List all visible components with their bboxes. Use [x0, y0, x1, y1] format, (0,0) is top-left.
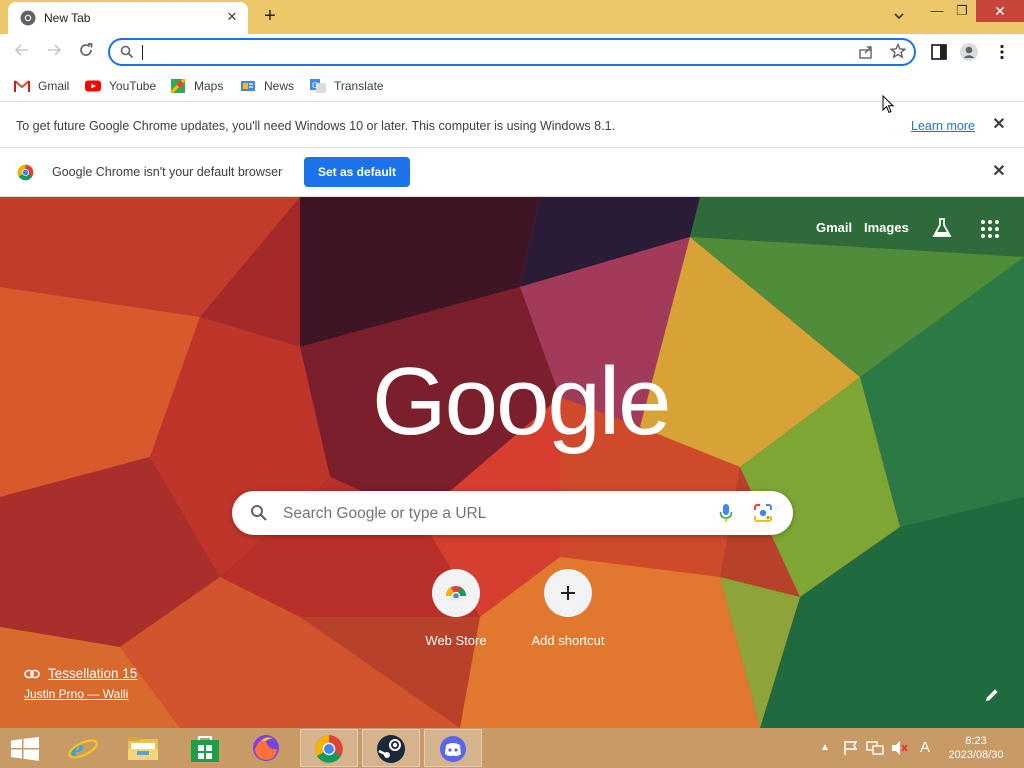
tab-title: New Tab: [44, 11, 91, 25]
gmail-icon: [14, 80, 30, 92]
shortcut-label: Add shortcut: [531, 633, 605, 648]
back-arrow-icon: [14, 44, 28, 56]
volume-muted-icon[interactable]: [891, 740, 909, 756]
bookmark-maps[interactable]: Maps: [170, 76, 230, 96]
minimize-button[interactable]: —: [925, 0, 949, 22]
close-window-button[interactable]: ✕: [976, 0, 1024, 22]
start-button[interactable]: [0, 729, 58, 767]
clock-time: 8:23: [965, 735, 987, 747]
shortcut-tile: [544, 569, 592, 617]
taskbar-steam[interactable]: [362, 729, 420, 767]
maps-icon: [170, 79, 186, 93]
ime-indicator[interactable]: A: [920, 739, 930, 756]
taskbar-discord[interactable]: [424, 729, 482, 767]
tab-new-tab[interactable]: New Tab ✕: [8, 2, 248, 34]
taskbar-store[interactable]: [176, 729, 234, 767]
ntp-search-placeholder: Search Google or type a URL: [283, 505, 487, 522]
title-bar: New Tab ✕ + — ❐ ✕: [0, 0, 1024, 34]
taskbar-file-explorer[interactable]: [114, 729, 172, 767]
background-attribution-author[interactable]: Justin Prno — Walli: [24, 687, 128, 701]
mouse-cursor-icon: [882, 95, 895, 114]
forward-arrow-icon: [48, 44, 62, 56]
share-icon[interactable]: [858, 44, 874, 60]
bookmarks-bar: Gmail YouTube Maps News G Translate: [0, 70, 1024, 102]
update-infobar-text: To get future Google Chrome updates, you…: [16, 119, 615, 133]
network-icon[interactable]: [866, 740, 884, 756]
microphone-icon[interactable]: [718, 503, 734, 523]
ntp-images-link[interactable]: Images: [864, 220, 909, 235]
more-menu-icon[interactable]: [992, 42, 1012, 62]
bookmark-translate[interactable]: G Translate: [310, 76, 385, 96]
chevron-down-icon: [894, 13, 904, 20]
youtube-icon: [85, 80, 101, 92]
set-as-default-button[interactable]: Set as default: [304, 157, 410, 187]
reload-button[interactable]: [74, 40, 98, 64]
shortcut-web-store[interactable]: Web Store: [406, 569, 506, 659]
learn-more-link[interactable]: Learn more: [911, 119, 975, 133]
shortcut-add[interactable]: Add shortcut: [518, 569, 618, 659]
folder-icon: [128, 737, 158, 760]
address-bar[interactable]: [108, 38, 916, 66]
default-browser-text: Google Chrome isn't your default browser: [52, 165, 283, 179]
windows-logo-icon: [11, 737, 39, 761]
clock-date: 2023/08/30: [948, 749, 1004, 761]
side-panel-icon[interactable]: [929, 42, 949, 62]
google-logo: Google: [372, 348, 672, 455]
discord-icon: [440, 736, 466, 762]
labs-flask-icon[interactable]: [931, 217, 953, 239]
text-cursor: [142, 45, 143, 60]
google-lens-icon[interactable]: [753, 503, 773, 523]
internet-explorer-icon: e: [68, 734, 98, 763]
update-infobar-close-button[interactable]: ✕: [991, 117, 1007, 133]
taskbar-chrome[interactable]: [300, 729, 358, 767]
store-bag-icon: [191, 736, 219, 762]
new-tab-button[interactable]: +: [258, 6, 282, 28]
search-icon: [120, 45, 134, 59]
bookmark-star-icon[interactable]: [890, 43, 906, 59]
plus-icon: [561, 586, 575, 600]
profile-avatar-icon[interactable]: [959, 42, 979, 62]
background-attribution-title[interactable]: Tessellation 15: [48, 666, 137, 681]
customize-pencil-icon[interactable]: [982, 685, 1002, 705]
back-button[interactable]: [10, 40, 34, 64]
translate-icon: G: [310, 79, 326, 93]
forward-button[interactable]: [42, 40, 66, 64]
toolbar: [0, 34, 1024, 70]
maximize-button[interactable]: ❐: [950, 0, 974, 22]
svg-text:G: G: [312, 81, 318, 90]
steam-icon: [377, 735, 405, 763]
search-icon: [251, 505, 267, 521]
news-icon: [241, 81, 255, 91]
link-icon: [24, 669, 40, 679]
taskbar-firefox[interactable]: [238, 729, 296, 767]
reload-icon: [80, 43, 93, 56]
bookmark-youtube[interactable]: YouTube: [85, 76, 160, 96]
ntp-search-box[interactable]: Search Google or type a URL: [232, 491, 793, 535]
taskbar-internet-explorer[interactable]: e: [54, 729, 112, 767]
chrome-icon: [20, 10, 36, 26]
web-store-icon: [446, 586, 466, 601]
default-browser-close-button[interactable]: ✕: [991, 164, 1007, 180]
chrome-logo-icon: [17, 164, 34, 181]
tab-close-button[interactable]: ✕: [223, 8, 241, 26]
bookmark-gmail[interactable]: Gmail: [14, 76, 74, 96]
apps-grid-icon[interactable]: [980, 219, 1000, 239]
firefox-icon: [253, 735, 279, 761]
show-hidden-icons-button[interactable]: ▲: [820, 742, 830, 753]
action-center-flag-icon[interactable]: [843, 740, 859, 756]
ntp-gmail-link[interactable]: Gmail: [816, 220, 852, 235]
new-tab-page: Gmail Images Google Search Google or typ…: [0, 197, 1024, 728]
chrome-icon: [315, 735, 343, 763]
update-infobar: To get future Google Chrome updates, you…: [0, 103, 1024, 148]
shortcut-tile: [432, 569, 480, 617]
shortcut-label: Web Store: [425, 633, 487, 648]
bookmark-news[interactable]: News: [240, 76, 300, 96]
system-clock[interactable]: 8:23 2023/08/30: [940, 734, 1012, 762]
windows-taskbar: e ▲ A 8:23 2023/08/30: [0, 728, 1024, 768]
default-browser-infobar: Google Chrome isn't your default browser…: [0, 148, 1024, 197]
background-image: [0, 197, 1024, 728]
tab-search-button[interactable]: [888, 6, 910, 28]
